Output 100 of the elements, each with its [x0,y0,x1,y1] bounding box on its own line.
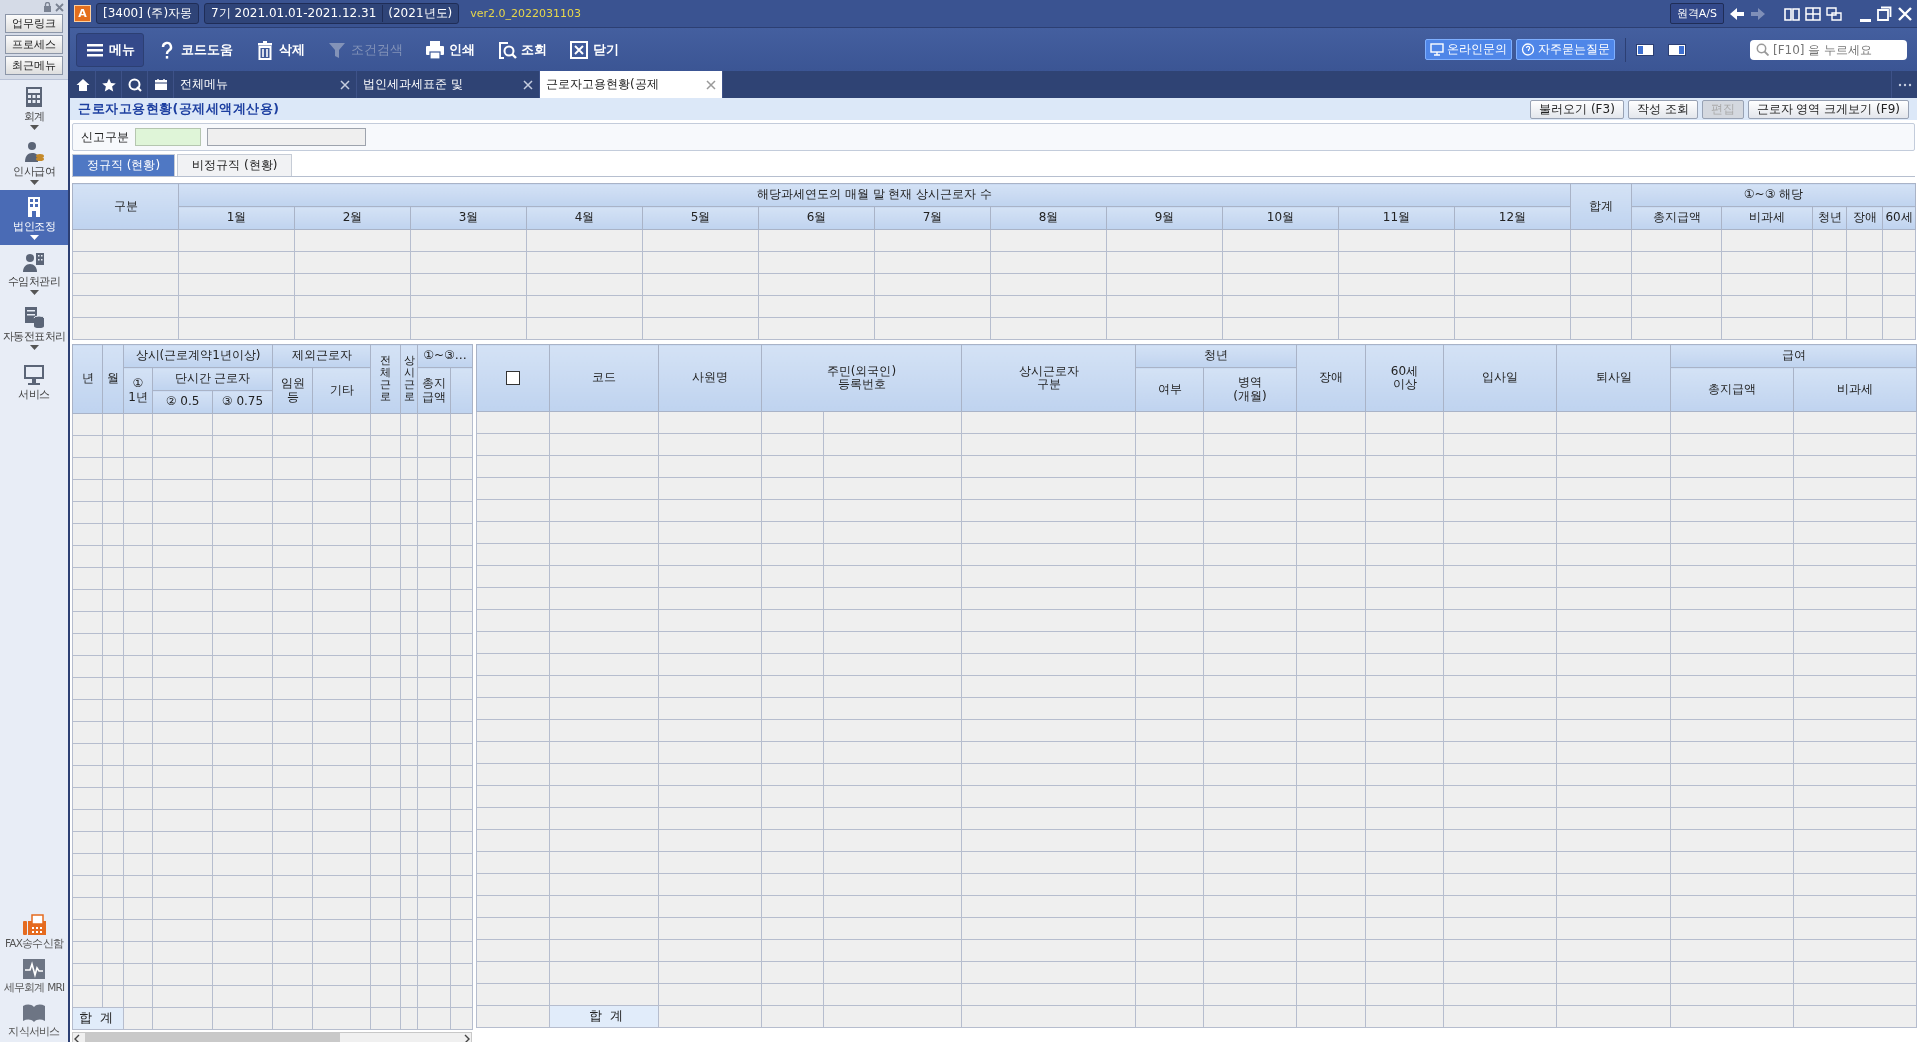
search-icon [497,39,517,60]
fax-icon [22,913,46,936]
back-arrow-icon [1729,5,1745,22]
close-icon [1897,5,1913,22]
sidebar-item[interactable]: 자동전표처리 [0,300,68,355]
windows-icon [1826,5,1842,22]
monitor-icon [1430,43,1444,56]
action-button[interactable]: 작성 조회 [1627,99,1698,119]
sub-tab[interactable]: 비정규직 (현황) [177,154,293,176]
caret-down-icon [29,344,39,350]
page-title: 근로자고용현황(공제세액계산용) [78,100,280,118]
input-field[interactable] [207,128,366,146]
printer-icon [425,39,445,60]
column-header: ①~③ 해당 [1631,183,1916,207]
app-logo: A [74,5,91,22]
home-icon [75,77,90,92]
column-header: 2월 [294,206,411,230]
column-header: ①~③… [417,344,473,368]
quick-link-button[interactable]: 프로세스 [5,35,63,54]
sidebar-item[interactable]: 지식서비스 [0,998,68,1042]
document-database-icon [23,305,45,328]
column-header: 비과세 [1793,367,1917,412]
minimize-icon [1860,18,1871,22]
sidebar-item[interactable]: 법인조정 [0,190,68,245]
column-header: 10월 [1222,206,1339,230]
maximize-icon [1876,5,1892,22]
sidebar-item[interactable]: 서비스 [0,355,68,410]
column-header: 년 [72,344,103,414]
column-header: 5월 [642,206,759,230]
column-header: 제외근로자 [272,344,371,368]
horizontal-scrollbar[interactable] [72,1032,472,1042]
column-header: 9월 [1106,206,1223,230]
scrollbar-thumb[interactable] [85,1033,340,1042]
action-button[interactable]: 근로자 영역 크게보기 (F9) [1747,99,1909,119]
sidebar-item[interactable]: 인사급여 [0,135,68,190]
column-header: 전체근로 [370,344,401,414]
column-header: 병역 (개월) [1203,367,1297,412]
document-tab[interactable]: 근로자고용현황(공제 [540,71,723,98]
column-header: 퇴사일 [1556,344,1671,412]
quick-link-button[interactable]: 최근메뉴 [5,56,63,75]
column-header: 해당과세연도의 매월 말 현재 상시근로자 수 [178,183,1571,207]
search-icon [127,77,142,92]
remote-support-button[interactable]: 원격A/S [1669,3,1724,24]
toolbar-button[interactable]: 코드도움 [148,34,242,65]
close-icon [55,2,64,12]
pulse-chart-icon [22,957,46,980]
calendar-icon [153,78,168,91]
column-header: 급여 [1670,344,1917,368]
column-header: 청년 [1135,344,1297,368]
column-header: 상시(근로계약1년이상) [123,344,273,368]
input-field[interactable] [135,128,201,146]
toolbar-button[interactable]: 인쇄 [416,34,484,65]
toolbar-button[interactable]: 닫기 [560,34,628,65]
column-header: 구분 [72,183,179,230]
column-header: 60세 이상 [1365,344,1444,412]
person-building-icon [23,250,45,273]
close-icon [706,79,716,90]
more-icon [1897,82,1912,87]
column-header: 1월 [178,206,295,230]
quick-link-button[interactable]: 업무링크 [5,14,63,33]
sidebar-item[interactable]: 수임처관리 [0,245,68,300]
select-all-checkbox[interactable] [506,371,520,385]
sidebar-item[interactable]: 회계 [0,80,68,135]
column-header: 6월 [758,206,875,230]
caret-down-icon [29,179,39,185]
column-header: 총지급액 [417,367,451,414]
sidebar-item[interactable]: 세무회계 MRI [0,954,68,998]
column-header: 장애 [1296,344,1366,412]
period-label: 7기 2021.01.01-2021.12.31 (2021년도) [204,3,460,24]
column-header: 코드 [549,344,659,412]
column-header: 단시간 근로자 [152,367,273,391]
toolbar-button[interactable]: 삭제 [246,34,314,65]
total-label: 합 계 [72,1007,124,1030]
online-inquiry-button[interactable]: 온라인문의 [1425,39,1512,60]
monitor-icon [23,363,45,386]
scroll-right-icon [463,1034,471,1042]
column-header: 11월 [1338,206,1455,230]
column-header: 기타 [312,367,371,414]
forward-arrow-icon [1750,5,1766,22]
company-label: [3400] (주)자몽 [96,3,200,24]
column-header: 임원 등 [272,367,313,414]
column-header: 월 [102,344,124,414]
sidebar-item[interactable]: FAX송수신함 [0,910,68,954]
column-header: 8월 [990,206,1107,230]
caret-down-icon [29,289,39,295]
faq-button[interactable]: 자주묻는질문 [1516,39,1615,60]
person-coins-icon [23,140,45,163]
filter-label: 신고구분 [81,128,129,146]
window-layout-icon [1668,43,1686,56]
column-header: 상시근로자 구분 [961,344,1136,412]
sub-tab[interactable]: 정규직 (현황) [72,154,176,176]
toolbar-button[interactable]: 메뉴 [76,32,144,67]
lock-icon [43,2,52,12]
version-text: ver2.0_2022031103 [470,7,581,20]
column-header: 주민(외국인) 등록번호 [761,344,962,412]
column-header: 총지급액 [1670,367,1794,412]
search-field[interactable]: [F10] 을 누르세요 [1750,39,1907,60]
toolbar-button[interactable]: 조회 [488,34,556,65]
action-button[interactable]: 불러오기 (F3) [1530,99,1624,119]
column-header: 4월 [526,206,643,230]
